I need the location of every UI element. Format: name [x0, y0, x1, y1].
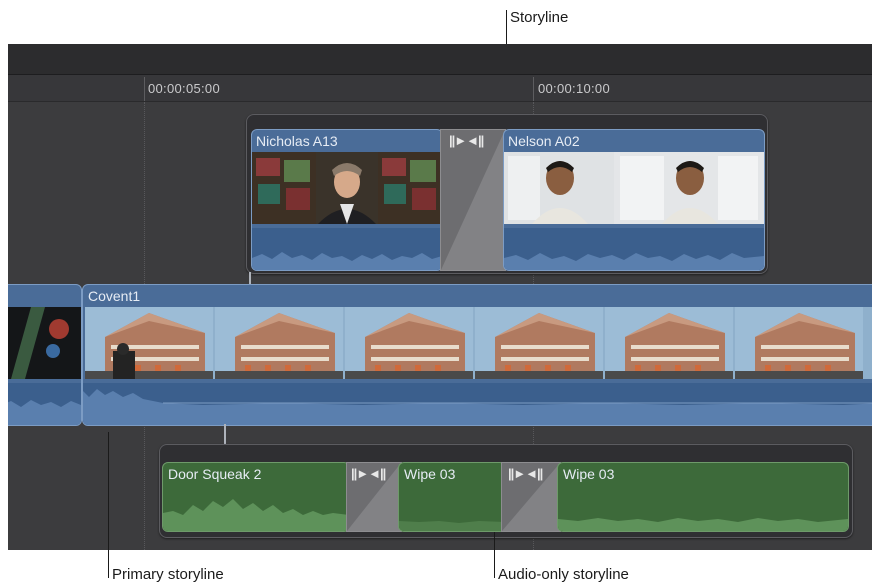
audio-only-callout-label: Audio-only storyline: [498, 566, 629, 583]
cross-dissolve-transition[interactable]: ||►◄||: [440, 129, 506, 271]
audio-transition[interactable]: ||►◄||: [346, 462, 402, 532]
audio-only-callout-line: [494, 532, 495, 578]
video-clip-nicholas[interactable]: Nicholas A13: [251, 129, 443, 271]
clip-title: Wipe 03: [563, 466, 615, 482]
clip-title: Door Squeak 2: [168, 466, 262, 482]
storyline-callout-label: Storyline: [510, 9, 569, 26]
transition-icon: ||►◄||: [508, 466, 543, 481]
clip-title: Nicholas A13: [256, 133, 338, 149]
primary-callout-label: Primary storyline: [112, 566, 224, 583]
clip-audio-waveform: [399, 491, 505, 531]
timeline-ruler[interactable]: 00:00:05:00 00:00:10:00: [8, 75, 872, 102]
clip-audio-waveform: [504, 228, 764, 270]
clip-title: Covent1: [88, 288, 141, 304]
timeline-toolbar: [8, 44, 872, 75]
audio-transition[interactable]: ||►◄||: [501, 462, 561, 532]
ruler-timecode: 00:00:10:00: [538, 81, 610, 96]
clip-filmstrip: [252, 152, 442, 224]
transition-icon: ||►◄||: [449, 133, 484, 148]
clip-title: Wipe 03: [404, 466, 456, 482]
clip-title: Nelson A02: [508, 133, 580, 149]
timeline[interactable]: 00:00:05:00 00:00:10:00 Nicholas A13 ||►…: [8, 44, 872, 550]
transition-icon: ||►◄||: [351, 466, 386, 481]
ruler-timecode: 00:00:05:00: [148, 81, 220, 96]
clip-filmstrip: [504, 152, 764, 224]
primary-callout-line: [108, 432, 109, 578]
video-clip-previous[interactable]: [8, 284, 82, 426]
clip-audio-waveform: [558, 491, 848, 531]
video-clip-nelson[interactable]: Nelson A02: [503, 129, 765, 271]
clip-audio-waveform: [252, 228, 442, 270]
clip-audio-waveform: [163, 491, 349, 531]
clip-audio-waveform: [8, 383, 81, 425]
clip-filmstrip: [85, 307, 872, 379]
audio-clip-wipe-03[interactable]: Wipe 03: [398, 462, 506, 532]
video-clip-covent1[interactable]: Covent1: [82, 284, 872, 426]
audio-clip-door-squeak[interactable]: Door Squeak 2: [162, 462, 350, 532]
ruler-tick: [144, 77, 145, 101]
audio-clip-wipe-03[interactable]: Wipe 03: [557, 462, 849, 532]
ruler-tick: [533, 77, 534, 101]
clip-audio-waveform: [83, 383, 872, 425]
clip-filmstrip: [8, 307, 81, 379]
